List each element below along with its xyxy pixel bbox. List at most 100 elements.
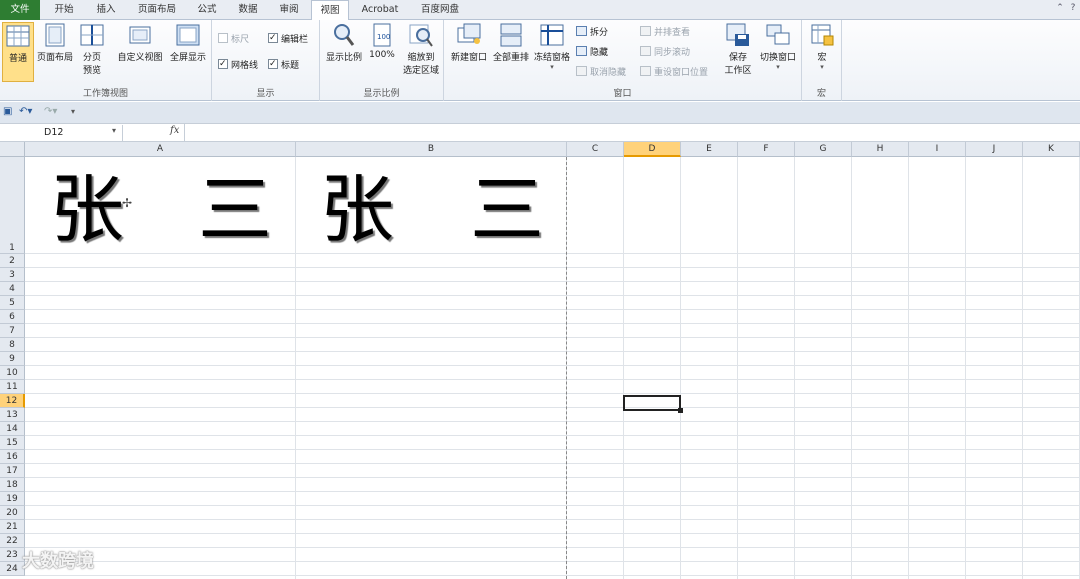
undo-icon[interactable]: ↶▾ bbox=[19, 106, 32, 117]
row-header-11[interactable]: 11 bbox=[0, 380, 25, 394]
new-window-button[interactable]: 新建窗口 bbox=[448, 22, 490, 63]
switch-windows-icon bbox=[765, 22, 791, 48]
sync-scroll-button[interactable]: 同步滚动 bbox=[640, 46, 690, 60]
row-header-4[interactable]: 4 bbox=[0, 282, 25, 296]
unhide-button[interactable]: 取消隐藏 bbox=[576, 66, 626, 80]
tab-page-layout[interactable]: 页面布局 bbox=[130, 0, 184, 20]
column-header-c[interactable]: C bbox=[567, 142, 624, 157]
column-header-d[interactable]: D bbox=[624, 142, 681, 157]
help-icon[interactable]: ? bbox=[1068, 3, 1078, 15]
gridline-horizontal bbox=[25, 477, 1080, 478]
normal-view-icon bbox=[5, 23, 31, 49]
name-box[interactable]: D12 bbox=[0, 125, 123, 141]
column-header-j[interactable]: J bbox=[966, 142, 1023, 157]
column-header-e[interactable]: E bbox=[681, 142, 738, 157]
row-header-8[interactable]: 8 bbox=[0, 338, 25, 352]
tab-insert[interactable]: 插入 bbox=[86, 0, 126, 20]
row-header-1[interactable]: 1 bbox=[0, 157, 25, 254]
tab-formulas[interactable]: 公式 bbox=[188, 0, 226, 20]
page-layout-icon bbox=[42, 22, 68, 48]
row-header-5[interactable]: 5 bbox=[0, 296, 25, 310]
tab-file[interactable]: 文件 bbox=[0, 0, 40, 20]
column-header-f[interactable]: F bbox=[738, 142, 795, 157]
row-header-10[interactable]: 10 bbox=[0, 366, 25, 380]
row-header-3[interactable]: 3 bbox=[0, 268, 25, 282]
view-side-by-side-button[interactable]: 并排查看 bbox=[640, 26, 690, 40]
zoom-to-selection-button[interactable]: 缩放到 选定区域 bbox=[400, 22, 442, 76]
gridline-horizontal bbox=[25, 351, 1080, 352]
headings-checkbox[interactable]: 标题 bbox=[268, 57, 299, 73]
split-button[interactable]: 拆分 bbox=[576, 26, 608, 40]
row-header-13[interactable]: 13 bbox=[0, 408, 25, 422]
save-icon[interactable]: ▣ bbox=[3, 106, 12, 117]
customize-qat-icon[interactable]: ▾ bbox=[71, 107, 75, 116]
tab-review[interactable]: 审阅 bbox=[270, 0, 308, 20]
row-header-14[interactable]: 14 bbox=[0, 422, 25, 436]
column-header-h[interactable]: H bbox=[852, 142, 909, 157]
row-header-20[interactable]: 20 bbox=[0, 506, 25, 520]
formula-input[interactable] bbox=[184, 124, 1080, 142]
group-zoom: 显示比例 100 100% 缩放到 选定区域 显示比例 bbox=[320, 20, 444, 101]
tab-view[interactable]: 视图 bbox=[311, 0, 349, 21]
checkbox-checked-icon bbox=[268, 31, 278, 45]
row-header-12[interactable]: 12 bbox=[0, 394, 25, 408]
zoom-selection-label-1: 缩放到 bbox=[407, 53, 435, 63]
gridline-vertical bbox=[680, 157, 681, 579]
zoom-button[interactable]: 显示比例 bbox=[324, 22, 364, 63]
full-screen-button[interactable]: 全屏显示 bbox=[166, 22, 210, 63]
fill-handle[interactable] bbox=[678, 408, 683, 413]
tab-home[interactable]: 开始 bbox=[44, 0, 84, 20]
insert-function-icon[interactable]: fx bbox=[170, 125, 179, 136]
row-header-6[interactable]: 6 bbox=[0, 310, 25, 324]
normal-view-button[interactable]: 普通 bbox=[2, 22, 34, 82]
column-header-i[interactable]: I bbox=[909, 142, 966, 157]
ruler-checkbox[interactable]: 标尺 bbox=[218, 33, 249, 47]
column-header-a[interactable]: A bbox=[25, 142, 296, 157]
tab-acrobat[interactable]: Acrobat bbox=[354, 0, 406, 20]
macros-button[interactable]: 宏 ▾ bbox=[807, 22, 837, 71]
column-header-g[interactable]: G bbox=[795, 142, 852, 157]
row-header-21[interactable]: 21 bbox=[0, 520, 25, 534]
hide-button[interactable]: 隐藏 bbox=[576, 46, 608, 60]
custom-views-button[interactable]: 自定义视图 bbox=[115, 22, 165, 63]
select-all-corner[interactable] bbox=[0, 142, 25, 157]
tab-data[interactable]: 数据 bbox=[228, 0, 268, 20]
name-box-dropdown-icon[interactable]: ▾ bbox=[112, 126, 116, 135]
formula-bar-checkbox[interactable]: 编辑栏 bbox=[268, 31, 308, 47]
freeze-panes-button[interactable]: 冻结窗格 ▾ bbox=[532, 22, 572, 71]
gridline-horizontal bbox=[25, 561, 1080, 562]
side-by-side-icon bbox=[640, 26, 651, 36]
row-header-16[interactable]: 16 bbox=[0, 450, 25, 464]
row-header-18[interactable]: 18 bbox=[0, 478, 25, 492]
group-label-macros: 宏 bbox=[816, 89, 826, 99]
checkbox-checked-icon bbox=[268, 57, 278, 71]
switch-windows-button[interactable]: 切换窗口 ▾ bbox=[756, 22, 800, 71]
row-header-17[interactable]: 17 bbox=[0, 464, 25, 478]
worksheet-grid[interactable]: ABCDEFGHIJK 1 2 3 4 5 6 7 8 9 10 11 12 13 14 15 16 17 18 1… bbox=[0, 142, 1080, 579]
gridline-vertical bbox=[965, 157, 966, 579]
row-header-15[interactable]: 15 bbox=[0, 436, 25, 450]
redo-icon[interactable]: ↷▾ bbox=[44, 106, 57, 117]
reset-window-position-button[interactable]: 重设窗口位置 bbox=[640, 66, 708, 80]
gridline-horizontal bbox=[25, 281, 1080, 282]
cell-b1-char-1: 张 bbox=[320, 167, 394, 253]
minimize-ribbon-icon[interactable]: ⌃ bbox=[1055, 3, 1065, 15]
column-header-b[interactable]: B bbox=[296, 142, 567, 157]
page-layout-view-button[interactable]: 页面布局 bbox=[35, 22, 75, 63]
row-header-22[interactable]: 22 bbox=[0, 534, 25, 548]
tab-baidu-netdisk[interactable]: 百度网盘 bbox=[412, 0, 468, 20]
save-workspace-label-1: 保存 bbox=[728, 53, 747, 63]
row-header-2[interactable]: 2 bbox=[0, 254, 25, 268]
active-cell[interactable] bbox=[623, 395, 681, 411]
arrange-all-button[interactable]: 全部重排 bbox=[490, 22, 532, 63]
page-break-preview-button[interactable]: 分页 预览 bbox=[76, 22, 108, 76]
gridline-horizontal bbox=[25, 253, 1080, 254]
row-header-19[interactable]: 19 bbox=[0, 492, 25, 506]
row-header-7[interactable]: 7 bbox=[0, 324, 25, 338]
zoom-100-button[interactable]: 100 100% bbox=[366, 22, 398, 60]
gridlines-checkbox[interactable]: 网格线 bbox=[218, 57, 258, 73]
column-header-k[interactable]: K bbox=[1023, 142, 1080, 157]
side-by-side-label: 并排查看 bbox=[654, 28, 691, 38]
save-workspace-button[interactable]: 保存 工作区 bbox=[722, 22, 754, 76]
row-header-9[interactable]: 9 bbox=[0, 352, 25, 366]
